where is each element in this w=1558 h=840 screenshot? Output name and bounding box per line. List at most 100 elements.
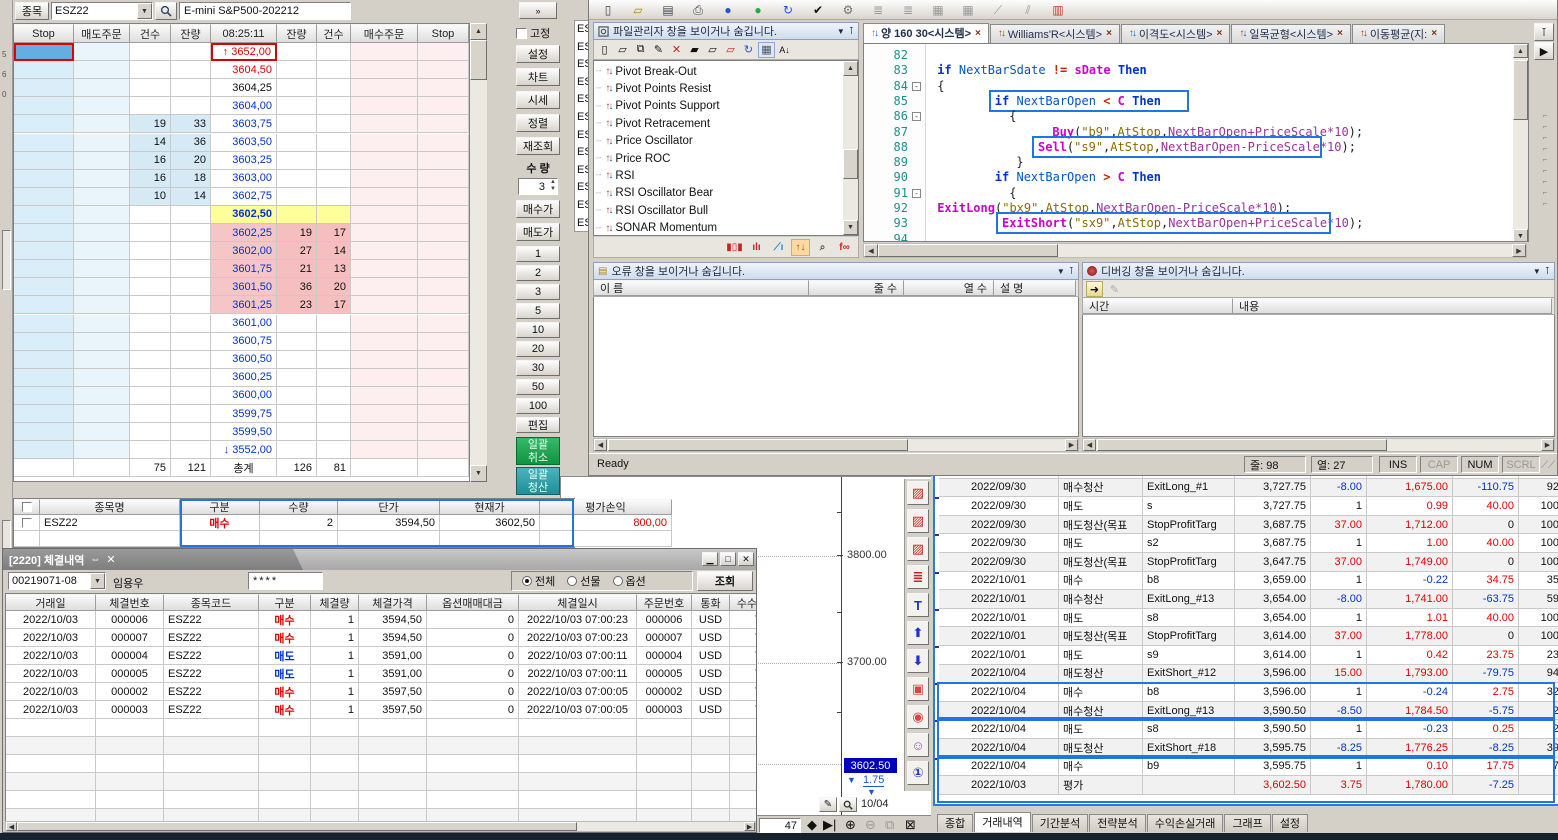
- fills-header-수수료[interactable]: 수수료: [730, 594, 757, 611]
- ask-qty-cell[interactable]: [171, 61, 211, 79]
- fills-cell[interactable]: 매수: [259, 629, 311, 647]
- report-date-cell[interactable]: 2022/10/04: [939, 665, 1059, 684]
- bid-count-cell[interactable]: [317, 405, 351, 423]
- report-price-cell[interactable]: 3,647.75: [1235, 553, 1311, 572]
- bid-qty-cell[interactable]: [277, 315, 317, 333]
- fm-folder-remove-icon[interactable]: ▱: [722, 42, 739, 58]
- fills-cell[interactable]: 2022/10/03 07:00:11: [519, 665, 637, 683]
- fills-cell[interactable]: ESZ22: [164, 629, 259, 647]
- report-value-cell[interactable]: 100: [1519, 497, 1558, 516]
- bid-count-cell[interactable]: [317, 170, 351, 188]
- tab-close-icon[interactable]: ×: [1337, 28, 1343, 39]
- fills-header-구분[interactable]: 구분: [259, 594, 311, 611]
- bid-count-cell[interactable]: [317, 134, 351, 152]
- report-price-cell[interactable]: 3,602.50: [1235, 776, 1311, 795]
- ide-toolbar-icon-4[interactable]: ●: [717, 2, 739, 18]
- report-value-cell[interactable]: 1,780.00: [1367, 776, 1453, 795]
- stop-cell-buy[interactable]: [418, 188, 469, 206]
- file-item[interactable]: ┈↑↓Pivot Points Resist: [596, 80, 836, 97]
- bid-qty-cell[interactable]: [277, 115, 317, 133]
- query-button[interactable]: 조회: [697, 571, 753, 591]
- position-cell[interactable]: [14, 515, 40, 531]
- report-tab-그래프[interactable]: 그래프: [1224, 814, 1270, 832]
- fm-new-file-icon[interactable]: ▯: [596, 42, 613, 58]
- report-value-cell[interactable]: 1: [1311, 534, 1367, 553]
- ask-qty-cell[interactable]: [171, 97, 211, 115]
- sell-order-cell[interactable]: [74, 260, 130, 278]
- fm-bar-chart-icon[interactable]: ılı: [747, 239, 766, 256]
- report-date-cell[interactable]: 2022/10/01: [939, 609, 1059, 628]
- report-price-cell[interactable]: 3,654.00: [1235, 590, 1311, 609]
- fills-cell[interactable]: 2022/10/03 07:00:23: [519, 611, 637, 629]
- ide-toolbar-icon-8[interactable]: ⚙: [837, 2, 859, 18]
- price-cell[interactable]: 3604,50: [211, 61, 277, 79]
- ask-count-cell[interactable]: [130, 441, 171, 459]
- ask-qty-cell[interactable]: [171, 423, 211, 441]
- stepper-arrows-icon[interactable]: ▲ ▼: [550, 179, 556, 193]
- fm-folder-icon[interactable]: ▰: [686, 42, 703, 58]
- debug-run-icon[interactable]: ➜: [1086, 281, 1103, 297]
- report-value-cell[interactable]: 0: [1453, 553, 1519, 572]
- tab-close-icon[interactable]: ×: [1431, 28, 1437, 39]
- draw-tool-pattern-d[interactable]: ▨: [907, 481, 929, 505]
- symbol-search-button[interactable]: [155, 2, 177, 20]
- report-value-cell[interactable]: 17.75: [1453, 758, 1519, 777]
- code-area[interactable]: 8283if NextBarSdate != sDate Then84-{85i…: [864, 44, 1512, 242]
- bid-count-cell[interactable]: [317, 152, 351, 170]
- editor-tab[interactable]: ↑↓이격도<시스템>×: [1121, 24, 1230, 43]
- buy-order-cell[interactable]: [351, 278, 418, 296]
- report-price-cell[interactable]: 3,590.50: [1235, 720, 1311, 739]
- ide-toolbar-icon-12[interactable]: ▦: [957, 2, 979, 18]
- report-signal-cell[interactable]: ExitLong_#1: [1143, 479, 1235, 498]
- bid-qty-cell[interactable]: [277, 97, 317, 115]
- ask-qty-cell[interactable]: [171, 79, 211, 97]
- stop-cell-sell[interactable]: [14, 441, 74, 459]
- fills-cell[interactable]: 000004: [96, 647, 164, 665]
- close-button[interactable]: ✕: [738, 552, 754, 566]
- report-type-cell[interactable]: 매수: [1059, 572, 1143, 591]
- dock-pin-icon[interactable]: ⊺: [1534, 23, 1554, 41]
- buy-order-cell[interactable]: [351, 43, 418, 61]
- ask-count-cell[interactable]: [130, 387, 171, 405]
- fills-cell[interactable]: 1: [311, 611, 359, 629]
- stop-cell-buy[interactable]: [418, 260, 469, 278]
- editor-tab[interactable]: ↑↓Williams'R<시스템>×: [990, 24, 1120, 43]
- minimize-button[interactable]: ▁: [702, 552, 718, 566]
- ask-qty-cell[interactable]: [171, 333, 211, 351]
- fills-cell[interactable]: 000005: [637, 665, 692, 683]
- stop-cell-sell[interactable]: [14, 61, 74, 79]
- bid-qty-cell[interactable]: [277, 170, 317, 188]
- panel-dropdown-icon[interactable]: ▼: [1533, 267, 1541, 276]
- bid-qty-cell[interactable]: [277, 43, 317, 61]
- fills-cell[interactable]: 3591,00: [359, 665, 427, 683]
- fills-cell[interactable]: 1: [311, 701, 359, 719]
- ask-qty-cell[interactable]: [171, 206, 211, 224]
- ide-toolbar-icon-11[interactable]: ▦: [927, 2, 949, 18]
- file-item[interactable]: ┈↑↓Pivot Points Support: [596, 98, 836, 115]
- position-cell[interactable]: 3594,50: [338, 515, 440, 531]
- report-price-cell[interactable]: 3,595.75: [1235, 758, 1311, 777]
- select-all-checkbox[interactable]: [22, 502, 32, 512]
- report-value-cell[interactable]: 94: [1519, 665, 1558, 684]
- fills-cell[interactable]: USD: [692, 701, 730, 719]
- file-item[interactable]: ┈↑↓Price ROC: [596, 150, 836, 167]
- report-date-cell[interactable]: 2022/10/01: [939, 590, 1059, 609]
- price-cell[interactable]: 3602,25: [211, 224, 277, 242]
- report-value-cell[interactable]: 1,749.00: [1367, 553, 1453, 572]
- report-value-cell[interactable]: -63.75: [1453, 590, 1519, 609]
- sell-order-cell[interactable]: [74, 152, 130, 170]
- bid-qty-cell[interactable]: 36: [277, 278, 317, 296]
- ask-qty-cell[interactable]: [171, 43, 211, 61]
- report-tab-종합[interactable]: 종합: [937, 814, 973, 832]
- ide-toolbar-icon-13[interactable]: ⟋: [987, 2, 1009, 18]
- report-value-cell[interactable]: -8.25: [1311, 739, 1367, 758]
- bid-qty-cell[interactable]: 21: [277, 260, 317, 278]
- bid-count-cell[interactable]: [317, 188, 351, 206]
- debug-panel-titlebar[interactable]: 디버깅 창을 보이거나 숨깁니다. ▼ ⊺: [1082, 262, 1555, 280]
- bid-qty-cell[interactable]: [277, 188, 317, 206]
- bid-qty-cell[interactable]: [277, 206, 317, 224]
- report-signal-cell[interactable]: s2: [1143, 534, 1235, 553]
- sell-order-cell[interactable]: [74, 423, 130, 441]
- ask-count-cell[interactable]: [130, 423, 171, 441]
- close-tab-icon[interactable]: ✕: [106, 553, 115, 566]
